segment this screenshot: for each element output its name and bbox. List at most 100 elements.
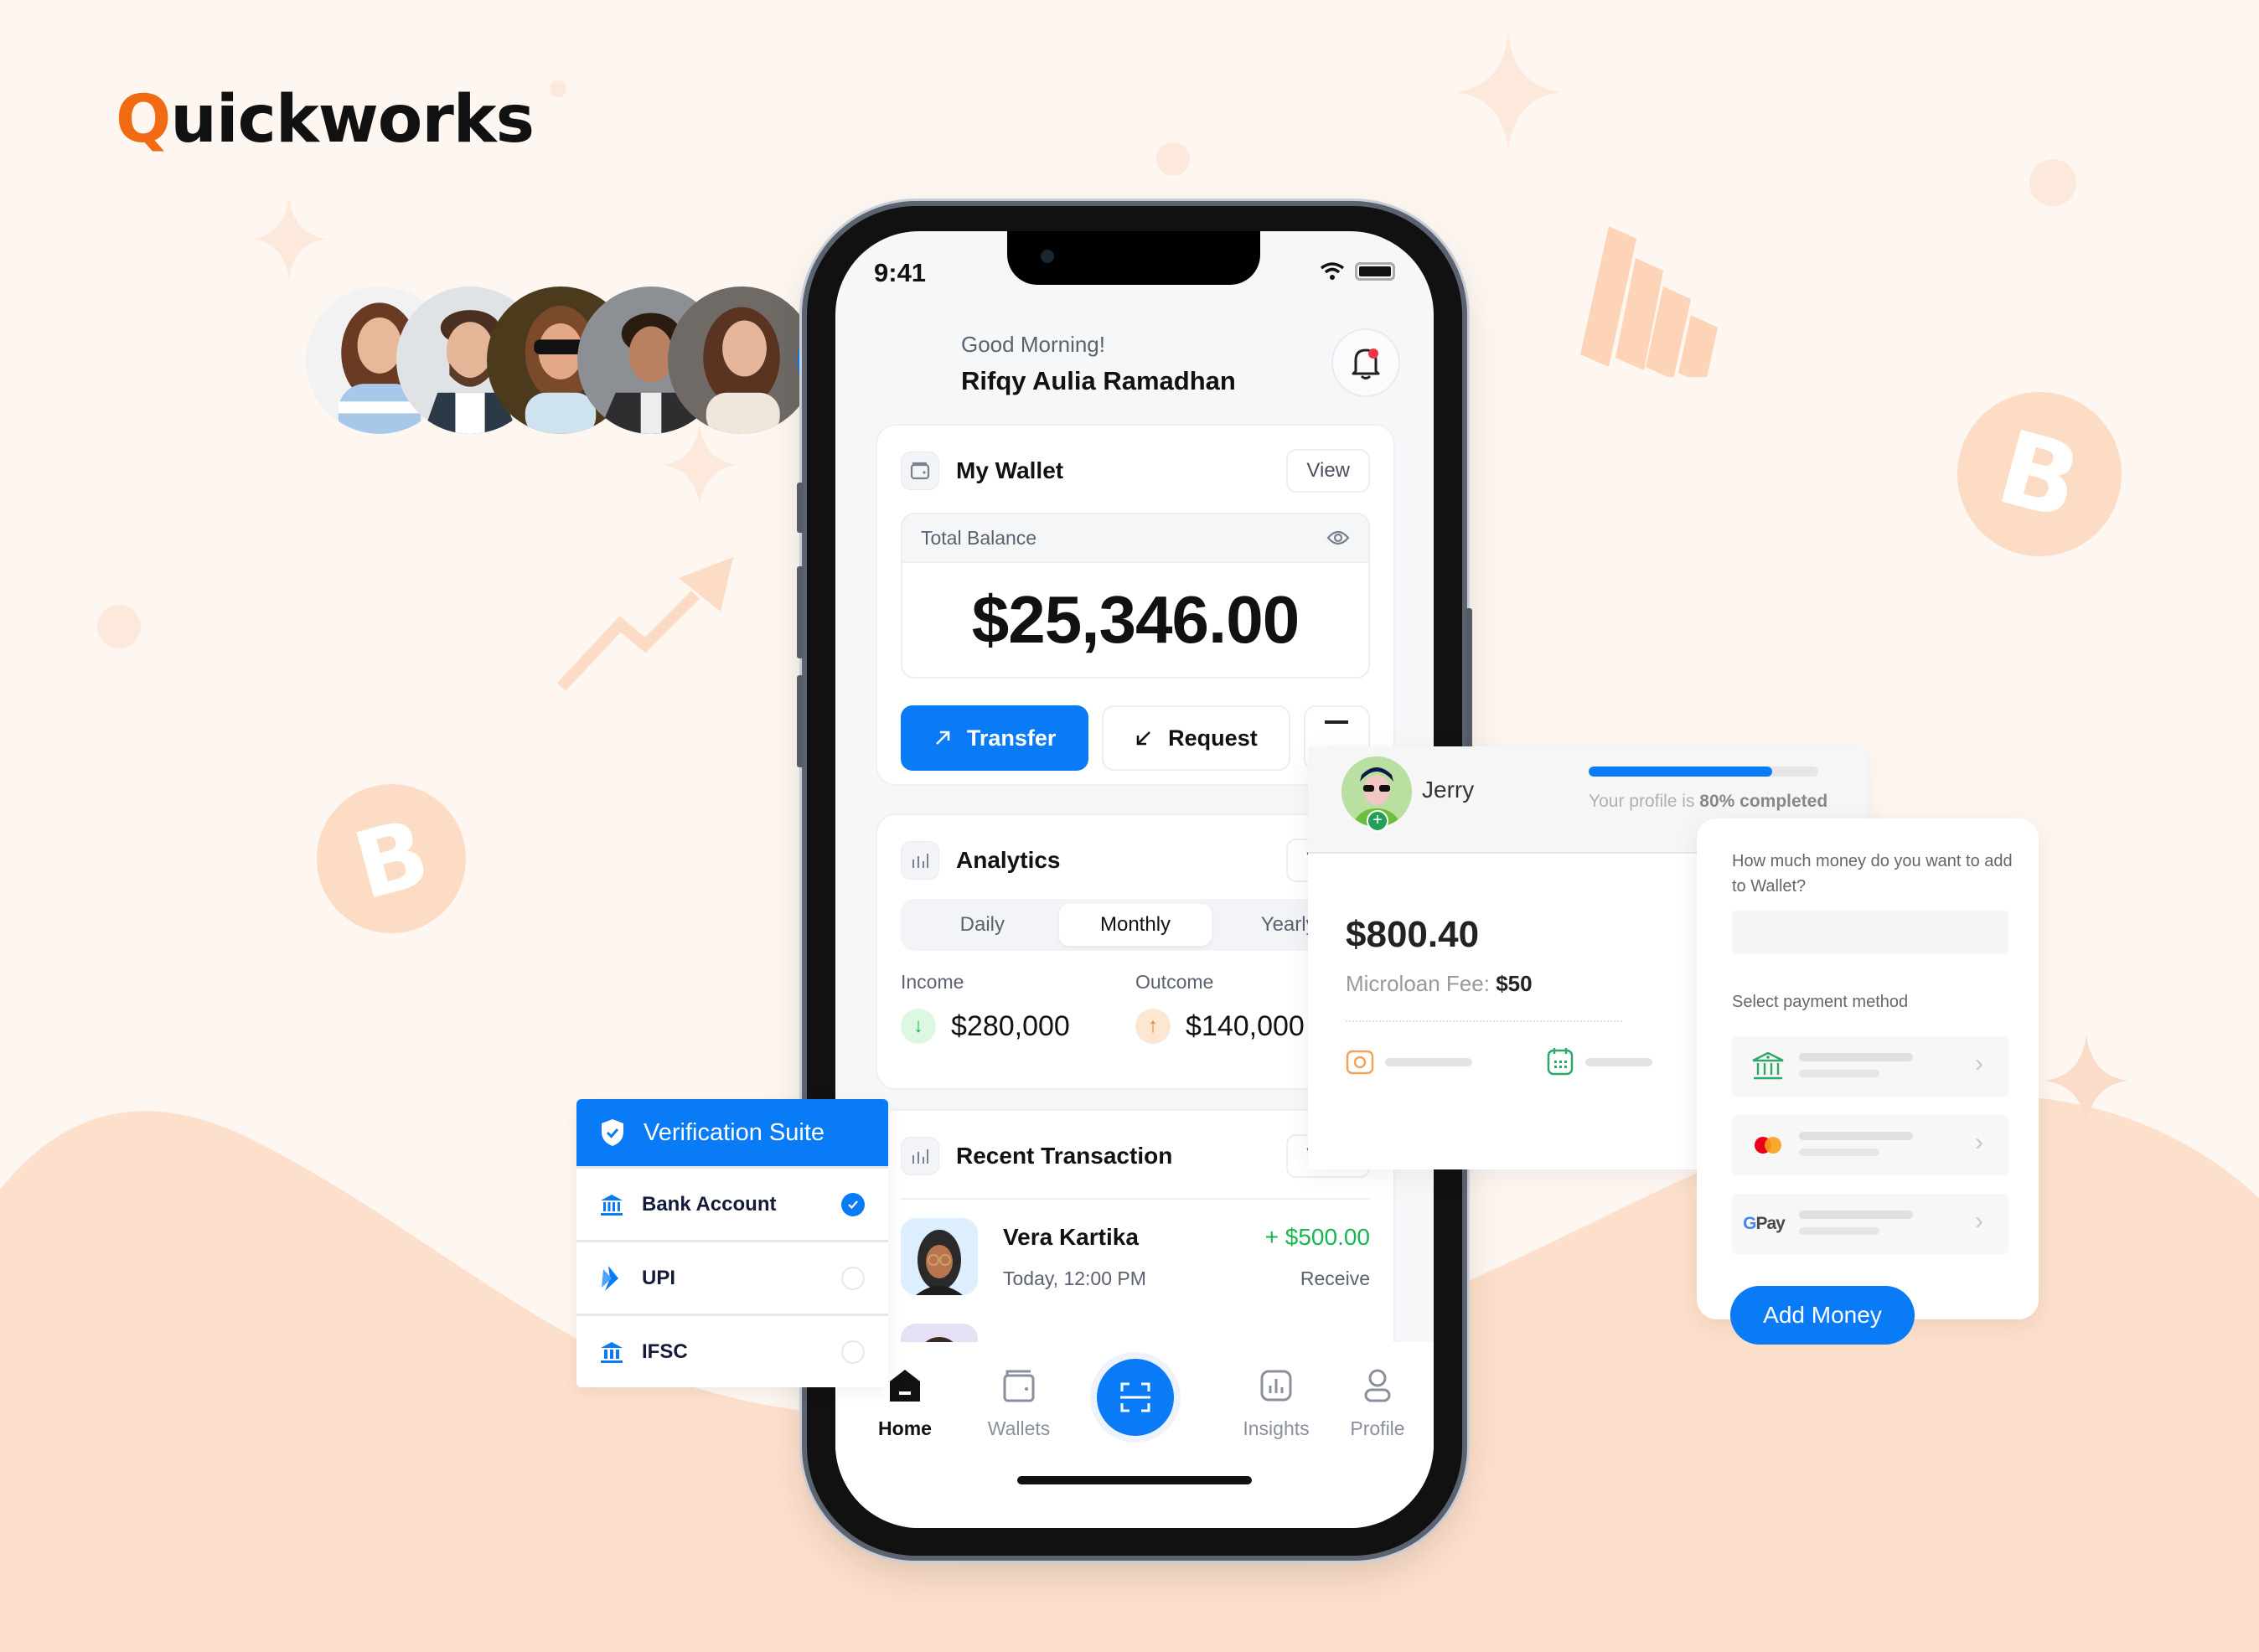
income-value: $280,000 bbox=[951, 1009, 1070, 1042]
transactions-title: Recent Transaction bbox=[956, 1143, 1173, 1169]
verification-title: Verification Suite bbox=[644, 1118, 825, 1146]
progress-fill bbox=[1589, 767, 1773, 777]
tab-profile[interactable]: Profile bbox=[1331, 1362, 1424, 1440]
divider bbox=[1346, 1020, 1622, 1022]
upi-icon bbox=[602, 1265, 618, 1291]
transaction-date: Today, 12:00 PM bbox=[1003, 1267, 1146, 1289]
chevron-right-icon: › bbox=[1975, 1207, 1983, 1235]
bar-chart-decoration-icon bbox=[1580, 226, 1718, 377]
chevron-right-icon: › bbox=[1975, 1128, 1983, 1156]
tab-daily[interactable]: Daily bbox=[906, 904, 1059, 946]
profile-progress-bar bbox=[1589, 767, 1818, 777]
verification-option-ifsc[interactable]: IFSC bbox=[576, 1314, 888, 1387]
insights-icon bbox=[1260, 1370, 1292, 1402]
phone-side-button bbox=[797, 483, 804, 533]
minus-icon bbox=[1325, 720, 1349, 724]
verification-suite-card: Verification Suite Bank Account UPI IFSC bbox=[576, 1099, 888, 1387]
verification-option-label: IFSC bbox=[642, 1340, 688, 1363]
payment-option-gpay[interactable]: GPay › bbox=[1732, 1194, 2008, 1254]
add-money-question: How much money do you want to add to Wal… bbox=[1732, 852, 2013, 896]
bitcoin-icon: B bbox=[1957, 392, 2122, 556]
progress-value: 80% completed bbox=[1699, 792, 1828, 811]
balance-label: Total Balance bbox=[921, 526, 1037, 549]
transaction-type: Receive bbox=[1300, 1267, 1370, 1289]
payment-option-card[interactable]: › bbox=[1732, 1115, 2008, 1175]
placeholder-line bbox=[1799, 1211, 1913, 1219]
trend-arrow-icon bbox=[556, 557, 733, 691]
bank-icon bbox=[601, 1341, 623, 1363]
progress-text: Your profile is 80% completed bbox=[1589, 792, 1827, 812]
placeholder-line bbox=[1799, 1227, 1879, 1235]
tab-monthly[interactable]: Monthly bbox=[1058, 904, 1212, 946]
scan-button[interactable] bbox=[1097, 1359, 1174, 1436]
profile-name: Jerry bbox=[1422, 777, 1475, 803]
dot-decoration bbox=[97, 605, 141, 648]
bank-icon bbox=[601, 1194, 623, 1216]
bottom-tab-bar: Home Wallets Insights Profile bbox=[835, 1342, 1434, 1528]
tab-label: Home bbox=[878, 1417, 932, 1439]
transfer-button[interactable]: Transfer bbox=[901, 705, 1089, 771]
add-photo-icon[interactable]: + bbox=[1367, 810, 1388, 832]
chart-icon bbox=[901, 1137, 939, 1175]
unchecked-radio[interactable] bbox=[841, 1340, 865, 1364]
camera bbox=[1041, 250, 1054, 263]
add-money-card: How much money do you want to add to Wal… bbox=[1697, 818, 2039, 1345]
dot-decoration bbox=[550, 80, 566, 97]
wallet-card: My Wallet View Total Balance $25,346.00 … bbox=[876, 424, 1395, 786]
fee-value: $50 bbox=[1496, 971, 1533, 996]
notification-button[interactable] bbox=[1331, 328, 1400, 397]
user-name: Rifqy Aulia Ramadhan bbox=[961, 366, 1236, 395]
avatar bbox=[668, 287, 815, 434]
mastercard-icon bbox=[1755, 1137, 1781, 1154]
placeholder-line bbox=[1385, 1058, 1472, 1066]
transaction-avatar bbox=[901, 1218, 978, 1295]
placeholder-line bbox=[1585, 1058, 1652, 1066]
progress-prefix: Your profile is bbox=[1589, 792, 1700, 811]
user-avatars-group bbox=[306, 287, 842, 434]
dot-decoration bbox=[2029, 159, 2076, 206]
shield-check-icon bbox=[602, 1119, 623, 1146]
request-button[interactable]: Request bbox=[1102, 705, 1290, 771]
tab-wallets[interactable]: Wallets bbox=[973, 1362, 1065, 1440]
battery-icon bbox=[1355, 262, 1395, 281]
tab-insights[interactable]: Insights bbox=[1230, 1362, 1322, 1440]
notch bbox=[1007, 231, 1260, 285]
arrow-down-left-icon bbox=[1136, 731, 1151, 746]
loan-amount: $800.40 bbox=[1346, 914, 1480, 955]
eye-icon[interactable] bbox=[1326, 529, 1350, 546]
arrow-down-icon: ↓ bbox=[901, 1009, 936, 1044]
wallet-icon bbox=[901, 452, 939, 490]
profile-icon bbox=[1364, 1369, 1391, 1402]
sparkle-icon bbox=[251, 197, 327, 281]
verification-option-label: UPI bbox=[642, 1266, 676, 1289]
calendar-icon bbox=[1547, 1048, 1574, 1076]
payment-option-bank[interactable]: › bbox=[1732, 1036, 2008, 1097]
checked-radio[interactable] bbox=[841, 1192, 865, 1216]
placeholder-line bbox=[1799, 1149, 1879, 1156]
dot-decoration bbox=[1156, 142, 1190, 176]
verification-option-bank-account[interactable]: Bank Account bbox=[576, 1166, 888, 1240]
brand-logo: Quickworks bbox=[116, 82, 535, 157]
arrow-up-icon: ↑ bbox=[1135, 1009, 1171, 1044]
analytics-title: Analytics bbox=[956, 847, 1061, 873]
check-icon bbox=[848, 1200, 858, 1209]
income-stat: Income ↓ $280,000 bbox=[901, 971, 1135, 1044]
home-indicator bbox=[1017, 1476, 1252, 1484]
transaction-row[interactable]: Vera Kartika Today, 12:00 PM + $500.00 R… bbox=[877, 1200, 1393, 1295]
sparkle-icon bbox=[1455, 34, 1561, 151]
verification-option-upi[interactable]: UPI bbox=[576, 1240, 888, 1314]
wallet-icon bbox=[1003, 1370, 1035, 1402]
home-icon bbox=[890, 1370, 920, 1402]
placeholder-line bbox=[1799, 1070, 1879, 1077]
chart-icon bbox=[901, 841, 939, 880]
balance-box: Total Balance $25,346.00 bbox=[901, 513, 1370, 679]
scan-icon bbox=[1120, 1382, 1150, 1412]
arrow-up-right-icon bbox=[935, 730, 950, 745]
tab-label: Profile bbox=[1350, 1417, 1405, 1439]
add-money-button[interactable]: Add Money bbox=[1730, 1286, 1915, 1345]
wallet-view-button[interactable]: View bbox=[1286, 449, 1370, 493]
phone-power-button bbox=[1466, 608, 1472, 759]
greeting-block: Good Morning! Rifqy Aulia Ramadhan bbox=[961, 332, 1236, 396]
unchecked-radio[interactable] bbox=[841, 1266, 865, 1290]
amount-input[interactable] bbox=[1732, 911, 2008, 954]
